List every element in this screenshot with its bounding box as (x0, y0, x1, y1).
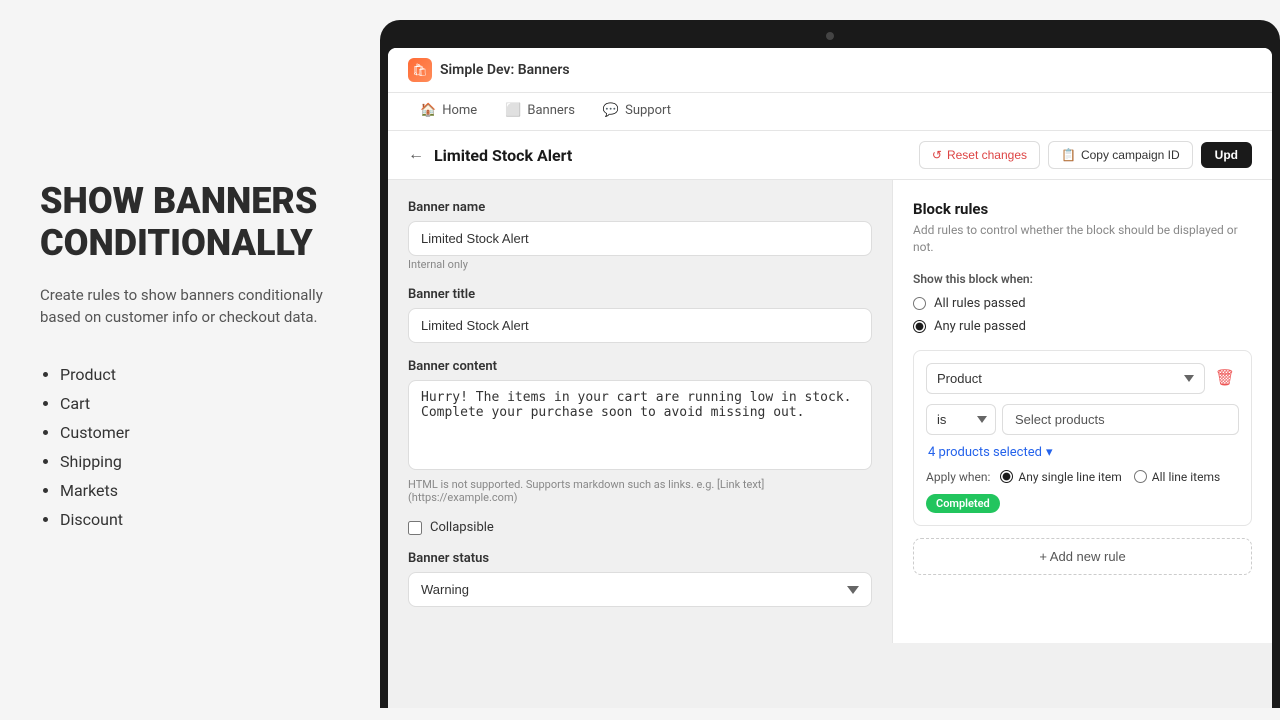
apply-single-item: Any single line item (1000, 470, 1121, 484)
list-item: Discount (60, 510, 340, 529)
chevron-down-icon: ▾ (1046, 445, 1053, 460)
banner-title-input[interactable] (408, 308, 872, 343)
apply-single-label[interactable]: Any single line item (1018, 470, 1121, 484)
app-nav: 🏠 Home ⬜ Banners 💬 Support (388, 93, 1272, 131)
page-title: Limited Stock Alert (434, 146, 572, 165)
any-rule-label[interactable]: Any rule passed (934, 319, 1026, 334)
banner-status-label: Banner status (408, 551, 872, 566)
tablet-screen: 🛍 Simple Dev: Banners 🏠 Home ⬜ Banners 💬… (388, 48, 1272, 708)
select-products-button[interactable]: Select products (1002, 404, 1239, 435)
collapsible-label[interactable]: Collapsible (430, 520, 494, 535)
campaign-id-button[interactable]: 📋 Copy campaign ID (1048, 141, 1193, 169)
apply-all-radio[interactable] (1134, 470, 1147, 483)
banner-name-input[interactable] (408, 221, 872, 256)
add-rule-button[interactable]: + Add new rule (913, 538, 1252, 575)
show-when-label: Show this block when: (913, 272, 1252, 286)
list-item: Cart (60, 394, 340, 413)
banner-content-group: Banner content Hurry! The items in your … (408, 359, 872, 504)
all-rules-radio[interactable] (913, 297, 926, 310)
any-rule-radio[interactable] (913, 320, 926, 333)
rule-condition-row: is is not Select products (926, 404, 1239, 435)
banner-title-group: Banner title (408, 287, 872, 343)
collapsible-row: Collapsible (408, 520, 872, 535)
right-panel: 🛍 Simple Dev: Banners 🏠 Home ⬜ Banners 💬… (380, 0, 1280, 720)
rules-title: Block rules (913, 200, 1252, 218)
banner-content-label: Banner content (408, 359, 872, 374)
show-when-radio-group: All rules passed Any rule passed (913, 296, 1252, 334)
app-header: 🛍 Simple Dev: Banners (388, 48, 1272, 93)
banner-title-label: Banner title (408, 287, 872, 302)
reset-icon: ↺ (932, 148, 942, 162)
tablet-camera (826, 32, 834, 40)
all-rules-label[interactable]: All rules passed (934, 296, 1026, 311)
rule-condition-select[interactable]: is is not (926, 404, 996, 435)
main-heading: SHOW BANNERS CONDITIONALLY (40, 181, 340, 264)
reset-button[interactable]: ↺ Reset changes (919, 141, 1040, 169)
home-icon: 🏠 (420, 103, 436, 118)
feature-list: Product Cart Customer Shipping Markets D… (40, 365, 340, 539)
form-panel: Banner name Internal only Banner title B… (388, 180, 892, 643)
collapsible-checkbox[interactable] (408, 521, 422, 535)
rule-delete-button[interactable]: 🗑 (1211, 364, 1239, 392)
banner-name-group: Banner name Internal only (408, 200, 872, 271)
back-button[interactable]: ← (408, 146, 424, 164)
rule-block: Product Cart Customer Shipping Markets D… (913, 350, 1252, 526)
apply-when-row: Apply when: Any single line item All lin… (926, 470, 1239, 513)
main-content: Banner name Internal only Banner title B… (388, 180, 1272, 643)
copy-icon: 📋 (1061, 148, 1076, 162)
rules-panel: Block rules Add rules to control whether… (892, 180, 1272, 643)
banner-name-sublabel: Internal only (408, 258, 872, 271)
radio-any-rule: Any rule passed (913, 319, 1252, 334)
rules-subtitle: Add rules to control whether the block s… (913, 222, 1252, 256)
list-item: Customer (60, 423, 340, 442)
page-header-right: ↺ Reset changes 📋 Copy campaign ID Upd (919, 141, 1252, 169)
apply-radio-group: Any single line item All line items (1000, 470, 1220, 484)
nav-support[interactable]: 💬 Support (591, 93, 683, 130)
tablet-mockup: 🛍 Simple Dev: Banners 🏠 Home ⬜ Banners 💬… (380, 20, 1280, 708)
main-description: Create rules to show banners conditional… (40, 284, 340, 329)
banner-status-group: Banner status Warning Info Success Error (408, 551, 872, 607)
update-button[interactable]: Upd (1201, 142, 1252, 168)
products-selected-link[interactable]: 4 products selected ▾ (928, 445, 1239, 460)
banner-content-textarea[interactable]: Hurry! The items in your cart are runnin… (408, 380, 872, 470)
list-item: Product (60, 365, 340, 384)
apply-when-label: Apply when: (926, 470, 990, 484)
page-header-left: ← Limited Stock Alert (408, 146, 572, 165)
banner-status-select[interactable]: Warning Info Success Error (408, 572, 872, 607)
apply-single-radio[interactable] (1000, 470, 1013, 483)
list-item: Markets (60, 481, 340, 500)
banner-content-hint: HTML is not supported. Supports markdown… (408, 478, 872, 504)
support-icon: 💬 (603, 103, 619, 118)
list-item: Shipping (60, 452, 340, 471)
banners-icon: ⬜ (505, 103, 521, 118)
rule-type-row: Product Cart Customer Shipping Markets D… (926, 363, 1239, 394)
page-header: ← Limited Stock Alert ↺ Reset changes 📋 … (388, 131, 1272, 180)
banner-name-label: Banner name (408, 200, 872, 215)
apply-all-label[interactable]: All line items (1152, 470, 1220, 484)
nav-banners[interactable]: ⬜ Banners (493, 93, 587, 130)
nav-home[interactable]: 🏠 Home (408, 93, 489, 130)
app-icon: 🛍 (408, 58, 432, 82)
rule-type-select[interactable]: Product Cart Customer Shipping Markets D… (926, 363, 1205, 394)
left-panel: SHOW BANNERS CONDITIONALLY Create rules … (0, 0, 380, 720)
completed-badge: Completed (926, 494, 1000, 513)
app-title: Simple Dev: Banners (440, 62, 570, 78)
radio-all-rules: All rules passed (913, 296, 1252, 311)
apply-all-item: All line items (1134, 470, 1220, 484)
